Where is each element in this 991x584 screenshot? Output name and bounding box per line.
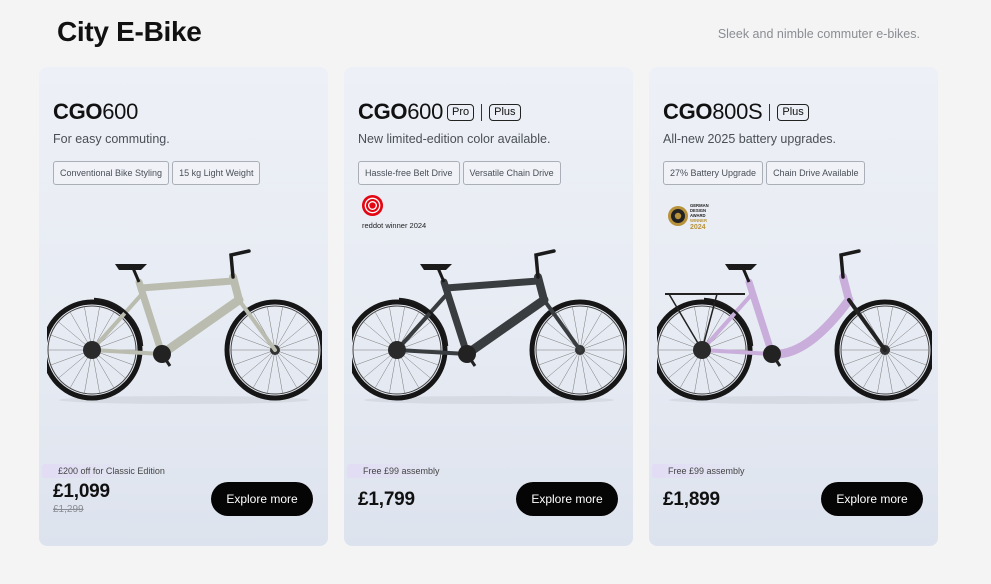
title-divider xyxy=(481,103,483,121)
explore-more-button[interactable]: Explore more xyxy=(211,482,313,516)
svg-text:2024: 2024 xyxy=(690,224,706,231)
promo-badge: Free £99 assembly xyxy=(347,464,487,478)
promo-badge: £200 off for Classic Edition xyxy=(42,464,182,478)
feature-chip: Conventional Bike Styling xyxy=(53,161,170,185)
explore-more-button[interactable]: Explore more xyxy=(821,482,923,516)
model-prefix: CGO xyxy=(53,99,103,124)
explore-more-button[interactable]: Explore more xyxy=(516,482,618,516)
feature-chips: Hassle-free Belt Drive Versatile Chain D… xyxy=(358,161,561,185)
model-number: 800S xyxy=(712,99,763,124)
feature-chip: Hassle-free Belt Drive xyxy=(358,161,460,185)
price: £1,099 xyxy=(53,481,110,502)
price: £1,799 xyxy=(358,489,415,510)
reddot-award-badge: reddot winner 2024 xyxy=(361,194,451,232)
product-card-cgo600-pro[interactable]: CGO 600 Pro Plus New limited-edition col… xyxy=(344,67,633,546)
variant-tag-plus[interactable]: Plus xyxy=(489,103,521,121)
model-number: 600 xyxy=(407,99,444,124)
bike-image[interactable] xyxy=(657,242,932,407)
variant-tag-pro[interactable]: Pro xyxy=(447,103,475,121)
product-title: CGO 600 xyxy=(53,99,138,125)
german-design-award-badge: GERMAN DESIGN AWARD WINNER 2024 xyxy=(668,203,709,231)
variant-tag-plus[interactable]: Plus xyxy=(777,103,809,121)
model-prefix: CGO xyxy=(663,99,713,124)
model-number: 600 xyxy=(102,99,139,124)
feature-chips: 27% Battery Upgrade Chain Drive Availabl… xyxy=(663,161,866,185)
product-card-cgo600[interactable]: CGO 600 For easy commuting. Conventional… xyxy=(39,67,328,546)
bike-image[interactable] xyxy=(47,242,322,407)
promo-badge: Free £99 assembly xyxy=(652,464,792,478)
product-title: CGO 600 Pro Plus xyxy=(358,99,521,125)
old-price: £1,299 xyxy=(53,504,84,515)
price: £1,899 xyxy=(663,489,720,510)
page-subtitle: Sleek and nimble commuter e-bikes. xyxy=(717,27,920,41)
award-label: reddot winner 2024 xyxy=(362,221,427,230)
product-card-cgo800s[interactable]: CGO 800S Plus All-new 2025 battery upgra… xyxy=(649,67,938,546)
page-title: City E-Bike xyxy=(57,16,202,47)
title-divider xyxy=(769,103,771,121)
reddot-logo-icon xyxy=(361,194,384,217)
feature-chip: 15 kg Light Weight xyxy=(172,161,261,185)
product-tagline: For easy commuting. xyxy=(53,132,170,146)
svg-text:WINNER: WINNER xyxy=(690,218,707,223)
product-tagline: All-new 2025 battery upgrades. xyxy=(663,132,837,146)
feature-chips: Conventional Bike Styling 15 kg Light We… xyxy=(53,161,261,185)
feature-chip: Versatile Chain Drive xyxy=(462,161,561,185)
feature-chip: Chain Drive Available xyxy=(766,161,866,185)
product-title: CGO 800S Plus xyxy=(663,99,809,125)
product-tagline: New limited-edition color available. xyxy=(358,132,551,146)
feature-chip: 27% Battery Upgrade xyxy=(663,161,764,185)
model-prefix: CGO xyxy=(358,99,408,124)
bike-image[interactable] xyxy=(352,242,627,407)
